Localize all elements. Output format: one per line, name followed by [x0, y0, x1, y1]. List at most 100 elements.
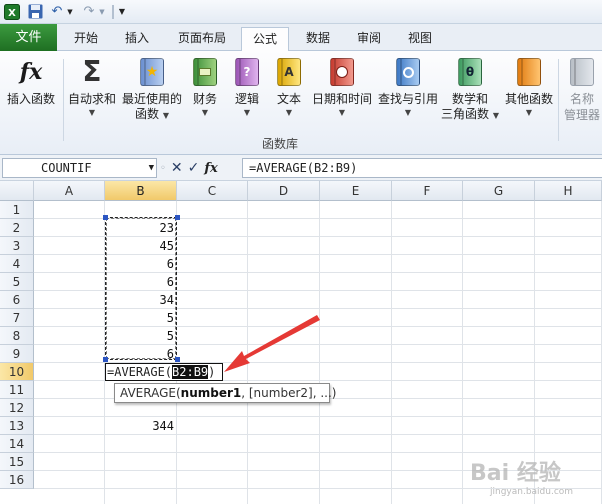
clock-icon — [330, 58, 354, 86]
watermark-text: Bai 经验 — [470, 461, 561, 486]
range-handle[interactable] — [103, 215, 108, 220]
name-manager-button[interactable]: 名称 管理器 — [562, 55, 602, 123]
date-time-button[interactable]: 日期和时间 ▼ — [310, 55, 374, 119]
select-all-corner[interactable] — [0, 181, 34, 201]
row-header-6[interactable]: 6 — [0, 291, 34, 309]
finance-book-icon — [190, 55, 220, 89]
cell-b13[interactable]: 344 — [105, 417, 177, 435]
tab-page-layout[interactable]: 页面布局 — [166, 27, 238, 51]
column-header-a[interactable]: A — [34, 181, 105, 201]
range-reference: B2:B9 — [172, 365, 209, 379]
customize-icon[interactable]: ▼ — [117, 3, 127, 20]
gridline — [462, 201, 463, 504]
row-header-10[interactable]: 10 — [0, 363, 34, 381]
lookup-button[interactable]: 查找与引用 ▼ — [376, 55, 440, 119]
range-handle[interactable] — [175, 357, 180, 362]
ribbon-separator — [558, 59, 559, 141]
column-header-g[interactable]: G — [463, 181, 535, 201]
math-trig-button[interactable]: θ 数学和 三角函数 ▼ — [440, 55, 500, 122]
formula-input[interactable]: =AVERAGE(B2:B9) — [242, 158, 602, 178]
insert-function-icon[interactable]: fx — [204, 161, 217, 176]
redo-icon[interactable]: ↷ — [81, 3, 97, 20]
tab-home[interactable]: 开始 — [62, 27, 110, 51]
row-header-3[interactable]: 3 — [0, 237, 34, 255]
column-header-c[interactable]: C — [177, 181, 248, 201]
tooltip-arg1[interactable]: number1 — [181, 386, 242, 400]
text-button[interactable]: A 文本 ▼ — [270, 55, 308, 119]
logical-label: 逻辑 — [234, 92, 259, 106]
undo-dropdown-icon[interactable]: ▼ — [66, 3, 74, 20]
row-header-1[interactable]: 1 — [0, 201, 34, 219]
recent-functions-button[interactable]: ★ 最近使用的 函数 ▼ — [120, 55, 184, 122]
confirm-icon[interactable]: ✓ — [188, 160, 200, 176]
date-time-label: 日期和时间 — [311, 92, 372, 106]
math-book-icon: θ — [455, 55, 485, 89]
finance-label: 财务 — [192, 92, 217, 106]
chevron-down-icon: ▼ — [525, 108, 533, 117]
range-handle[interactable] — [175, 215, 180, 220]
insert-function-label: 插入函数 — [6, 92, 55, 106]
name-box-value: COUNTIF — [41, 161, 92, 175]
cell-b10-editor[interactable]: =AVERAGE(B2:B9) — [105, 363, 223, 381]
chevron-down-icon[interactable]: ▼ — [149, 159, 154, 177]
tab-view[interactable]: 视图 — [396, 27, 444, 51]
formula-buttons: ◦ ✕ ✓ fx — [160, 157, 218, 179]
date-book-icon — [327, 55, 357, 89]
recent-functions-label-1: 最近使用的 — [121, 92, 182, 106]
column-header-f[interactable]: F — [392, 181, 463, 201]
row-header-5[interactable]: 5 — [0, 273, 34, 291]
tooltip-rest: , [number2], ...) — [241, 386, 337, 400]
redo-dropdown-icon[interactable]: ▼ — [98, 3, 106, 20]
name-box[interactable]: COUNTIF ▼ — [2, 158, 157, 178]
ribbon-tabs: 文件 开始 插入 页面布局 公式 数据 审阅 视图 — [0, 24, 602, 52]
lookup-label: 查找与引用 — [377, 92, 438, 106]
tooltip-function[interactable]: AVERAGE( — [120, 386, 181, 400]
row-header-4[interactable]: 4 — [0, 255, 34, 273]
range-handle[interactable] — [103, 357, 108, 362]
column-header-b[interactable]: B — [105, 181, 177, 201]
excel-icon[interactable]: X — [3, 3, 20, 20]
more-book-icon — [514, 55, 544, 89]
chevron-down-icon: ▼ — [492, 111, 499, 120]
row-header-11[interactable]: 11 — [0, 381, 34, 399]
more-functions-label: 其他函数 — [504, 92, 553, 106]
math-trig-label-2-row: 三角函数 ▼ — [440, 107, 500, 122]
sigma-icon: Σ — [82, 55, 102, 88]
finance-button[interactable]: 财务 ▼ — [186, 55, 224, 119]
column-header-e[interactable]: E — [320, 181, 392, 201]
tab-review[interactable]: 审阅 — [345, 27, 393, 51]
row-header-15[interactable]: 15 — [0, 453, 34, 471]
save-icon[interactable] — [27, 3, 44, 20]
tab-file[interactable]: 文件 — [0, 24, 57, 51]
row-header-13[interactable]: 13 — [0, 417, 34, 435]
name-manager-label-2: 管理器 — [563, 108, 600, 122]
recent-functions-label-2-row: 函数 ▼ — [120, 107, 184, 122]
cancel-icon[interactable]: ✕ — [171, 160, 183, 176]
autosum-button[interactable]: Σ 自动求和 ▼ — [66, 55, 118, 119]
logical-book-icon: ? — [232, 55, 262, 89]
recent-functions-label-2: 函数 — [135, 107, 160, 121]
ribbon-separator — [63, 59, 64, 141]
column-header-h[interactable]: H — [535, 181, 602, 201]
row-header-2[interactable]: 2 — [0, 219, 34, 237]
more-functions-button[interactable]: 其他函数 ▼ — [502, 55, 556, 119]
tab-insert[interactable]: 插入 — [113, 27, 161, 51]
insert-function-button[interactable]: fx 插入函数 — [2, 55, 60, 107]
autosum-label: 自动求和 — [67, 92, 116, 106]
logical-button[interactable]: ? 逻辑 ▼ — [228, 55, 266, 119]
function-tooltip[interactable]: AVERAGE(number1, [number2], ...) — [114, 383, 336, 403]
column-header-d[interactable]: D — [248, 181, 320, 201]
row-header-8[interactable]: 8 — [0, 327, 34, 345]
row-header-12[interactable]: 12 — [0, 399, 34, 417]
tab-formulas[interactable]: 公式 — [241, 27, 289, 52]
formula-bar: COUNTIF ▼ ◦ ✕ ✓ fx =AVERAGE(B2:B9) — [0, 155, 602, 181]
row-header-16[interactable]: 16 — [0, 471, 34, 489]
lookup-book-icon — [393, 55, 423, 89]
row-header-9[interactable]: 9 — [0, 345, 34, 363]
undo-icon[interactable]: ↶ — [49, 3, 65, 20]
row-header-7[interactable]: 7 — [0, 309, 34, 327]
letter-a-icon: A — [277, 58, 301, 86]
money-icon — [193, 58, 217, 86]
row-header-14[interactable]: 14 — [0, 435, 34, 453]
tab-data[interactable]: 数据 — [294, 27, 342, 51]
